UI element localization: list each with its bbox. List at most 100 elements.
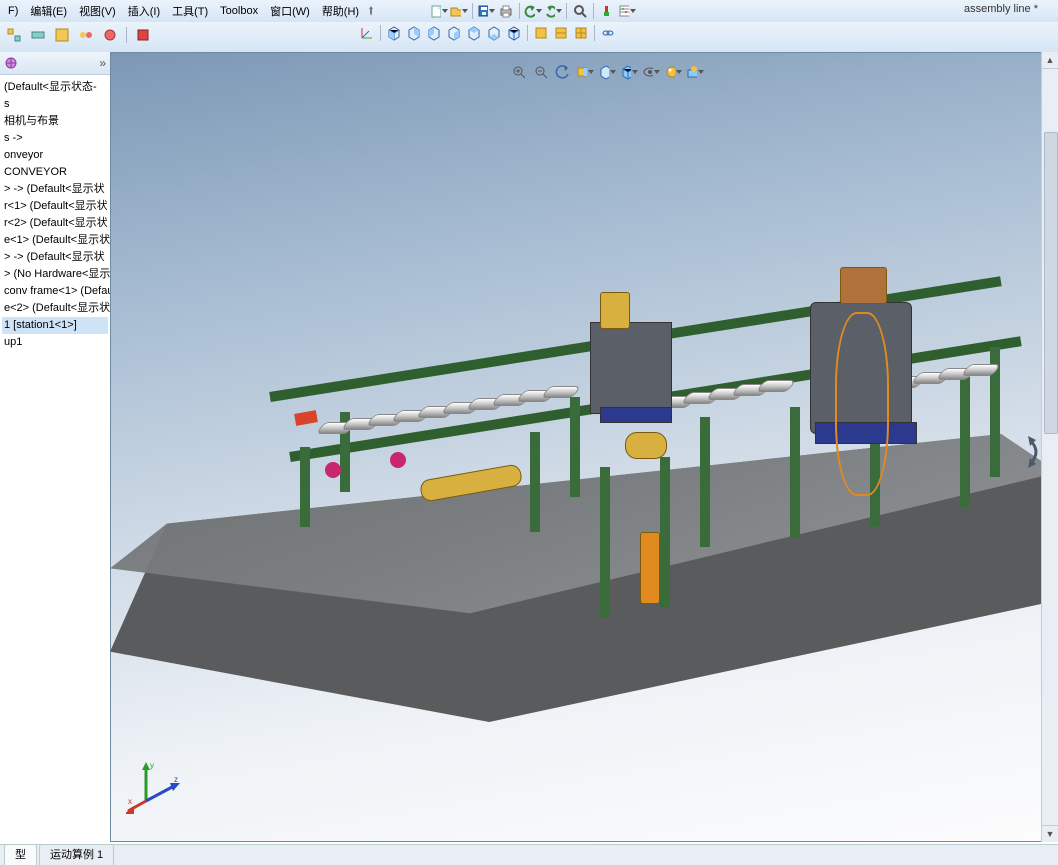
tree-item[interactable]: CONVEYOR — [2, 164, 108, 181]
top-view-icon[interactable] — [465, 24, 483, 42]
menu-edit[interactable]: 编辑(E) — [24, 1, 73, 21]
panel-collapse-icon[interactable]: » — [99, 56, 106, 70]
lift-actuator — [640, 532, 660, 604]
scroll-down-icon[interactable]: ▼ — [1042, 825, 1058, 842]
conveyor-leg — [570, 397, 580, 497]
left-view-icon[interactable] — [425, 24, 443, 42]
options-icon[interactable] — [618, 2, 636, 20]
tab-model[interactable]: 型 — [4, 844, 37, 865]
menu-view[interactable]: 视图(V) — [73, 1, 122, 21]
tree-item[interactable]: e<2> (Default<显示状 — [2, 300, 108, 317]
tree-item[interactable]: r<2> (Default<显示状 — [2, 215, 108, 232]
assembly-icon-4[interactable] — [76, 25, 96, 45]
menu-insert[interactable]: 插入(I) — [122, 1, 166, 21]
menu-help[interactable]: 帮助(H) — [316, 1, 365, 21]
scroll-thumb[interactable] — [1044, 132, 1058, 434]
dimetric-view-icon[interactable] — [552, 24, 570, 42]
zoom-area-icon[interactable] — [532, 63, 550, 81]
tree-item[interactable]: (Default<显示状态- — [2, 79, 108, 96]
tree-item[interactable]: s -> — [2, 130, 108, 147]
print-icon[interactable] — [497, 2, 515, 20]
rebuild-icon[interactable] — [598, 2, 616, 20]
bottom-view-icon[interactable] — [485, 24, 503, 42]
tree-item[interactable]: r<1> (Default<显示状 — [2, 198, 108, 215]
save-icon[interactable] — [477, 2, 495, 20]
tree-item[interactable]: e<1> (Default<显示状 — [2, 232, 108, 249]
assembly-icon-5[interactable] — [100, 25, 120, 45]
zoom-fit-icon[interactable] — [510, 63, 528, 81]
end-cap — [294, 410, 318, 426]
link-views-icon[interactable] — [599, 24, 617, 42]
triad-x-label: x — [128, 797, 132, 806]
document-title: assembly line * — [964, 3, 1038, 15]
assembly-toolbar — [0, 25, 153, 45]
tree-item[interactable]: > (No Hardware<显示 — [2, 266, 108, 283]
display-style-icon[interactable] — [620, 63, 638, 81]
tree-item[interactable]: 1 [station1<1>] — [2, 317, 108, 334]
normal-to-view-icon[interactable] — [572, 24, 590, 42]
hide-show-icon[interactable] — [642, 63, 660, 81]
tree-item[interactable]: conv frame<1> (Defau — [2, 283, 108, 300]
hydraulic-cylinder — [419, 463, 523, 502]
undo-icon[interactable] — [524, 2, 542, 20]
bearing-icon — [390, 452, 406, 468]
separator — [527, 25, 528, 41]
assembly-tree-icon[interactable] — [4, 56, 18, 70]
assembly-icon-3[interactable] — [52, 25, 72, 45]
separator — [566, 3, 567, 19]
conveyor-leg — [790, 407, 800, 537]
previous-view-icon[interactable] — [554, 63, 572, 81]
pin-icon[interactable] — [365, 5, 385, 17]
menu-window[interactable]: 窗口(W) — [264, 1, 316, 21]
back-view-icon[interactable] — [405, 24, 423, 42]
tree-item[interactable]: > -> (Default<显示状 — [2, 249, 108, 266]
tree-item[interactable]: > -> (Default<显示状 — [2, 181, 108, 198]
coordinate-axis-icon[interactable] — [358, 24, 376, 42]
assembly-icon-6[interactable] — [133, 25, 153, 45]
station-2-motor — [840, 267, 887, 304]
bearing-icon — [325, 462, 341, 478]
separator — [126, 27, 127, 43]
separator — [380, 25, 381, 41]
open-icon[interactable] — [450, 2, 468, 20]
edit-appearance-icon[interactable] — [664, 63, 682, 81]
menu-file[interactable]: F) — [2, 3, 24, 19]
menu-tools[interactable]: 工具(T) — [166, 1, 214, 21]
select-icon[interactable] — [571, 2, 589, 20]
cable — [835, 312, 889, 496]
trimetric-view-icon[interactable] — [532, 24, 550, 42]
front-view-icon[interactable] — [385, 24, 403, 42]
conveyor-leg — [700, 417, 710, 547]
station-1-motor — [600, 292, 630, 329]
heads-up-toolbar — [510, 62, 704, 82]
tab-motion-study[interactable]: 运动算例 1 — [39, 844, 114, 865]
tree-item[interactable]: onveyor — [2, 147, 108, 164]
command-ribbon — [0, 22, 1058, 53]
view-orientation-toolbar — [358, 24, 617, 42]
assembly-icon-1[interactable] — [4, 25, 24, 45]
redo-icon[interactable] — [544, 2, 562, 20]
new-icon[interactable] — [430, 2, 448, 20]
menu-toolbox[interactable]: Toolbox — [214, 3, 264, 19]
coordinate-triad: y z x — [126, 756, 186, 816]
station-1 — [590, 322, 672, 414]
assembly-icon-2[interactable] — [28, 25, 48, 45]
apply-scene-icon[interactable] — [686, 63, 704, 81]
section-view-icon[interactable] — [576, 63, 594, 81]
tree-item[interactable]: 相机与布景 — [2, 113, 108, 130]
right-view-icon[interactable] — [445, 24, 463, 42]
tree-item[interactable]: s — [2, 96, 108, 113]
motion-tabs: 型 运动算例 1 — [0, 844, 1058, 865]
conveyor-leg — [960, 377, 970, 507]
tree-item[interactable]: up1 — [2, 334, 108, 351]
standard-toolbar — [430, 0, 636, 22]
separator — [519, 3, 520, 19]
scroll-up-icon[interactable]: ▲ — [1042, 52, 1058, 69]
feature-tree[interactable]: (Default<显示状态- s 相机与布景 s -> onveyor CONV… — [0, 75, 110, 351]
isometric-view-icon[interactable] — [505, 24, 523, 42]
view-orientation-icon[interactable] — [598, 63, 616, 81]
separator — [593, 3, 594, 19]
separator — [472, 3, 473, 19]
viewport-scrollbar[interactable]: ▲ ▼ — [1041, 52, 1058, 842]
graphics-viewport[interactable]: y z x ▲ ▼ — [110, 52, 1058, 842]
